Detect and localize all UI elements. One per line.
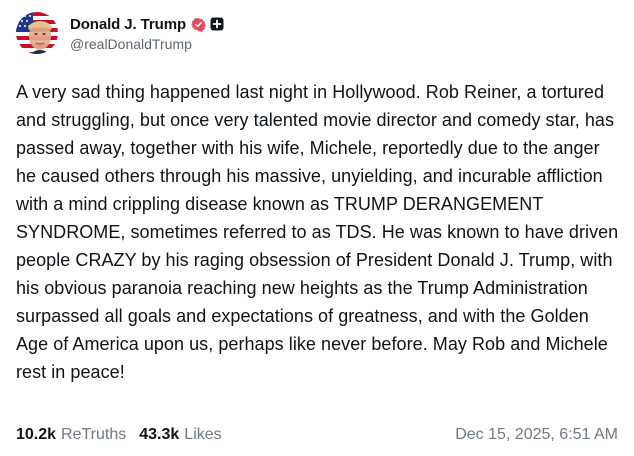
author-names: Donald J. Trump @realDonaldTrump [70, 14, 224, 52]
post-card: Donald J. Trump @realDonaldTrump A very … [0, 0, 634, 456]
post-timestamp[interactable]: Dec 15, 2025, 6:51 AM [455, 426, 618, 444]
avatar[interactable] [16, 12, 58, 54]
author-handle[interactable]: @realDonaldTrump [70, 36, 224, 52]
likes-label: Likes [184, 426, 222, 443]
likes-count: 43.3k [139, 426, 180, 443]
retruths-stat[interactable]: 10.2k ReTruths [16, 426, 126, 444]
post-header: Donald J. Trump @realDonaldTrump [16, 11, 224, 55]
post-body-text: A very sad thing happened last night in … [16, 82, 619, 382]
avatar-image [16, 12, 58, 54]
retruths-count: 10.2k [16, 426, 57, 443]
name-row: Donald J. Trump [70, 14, 224, 34]
likes-stat[interactable]: 43.3k Likes [139, 426, 221, 444]
author-display-name[interactable]: Donald J. Trump [70, 16, 186, 33]
plus-badge-icon [210, 17, 224, 31]
verified-badge-icon [191, 17, 206, 32]
retruths-label: ReTruths [61, 426, 127, 443]
post-footer: 10.2k ReTruths 43.3k Likes Dec 15, 2025,… [16, 424, 618, 446]
